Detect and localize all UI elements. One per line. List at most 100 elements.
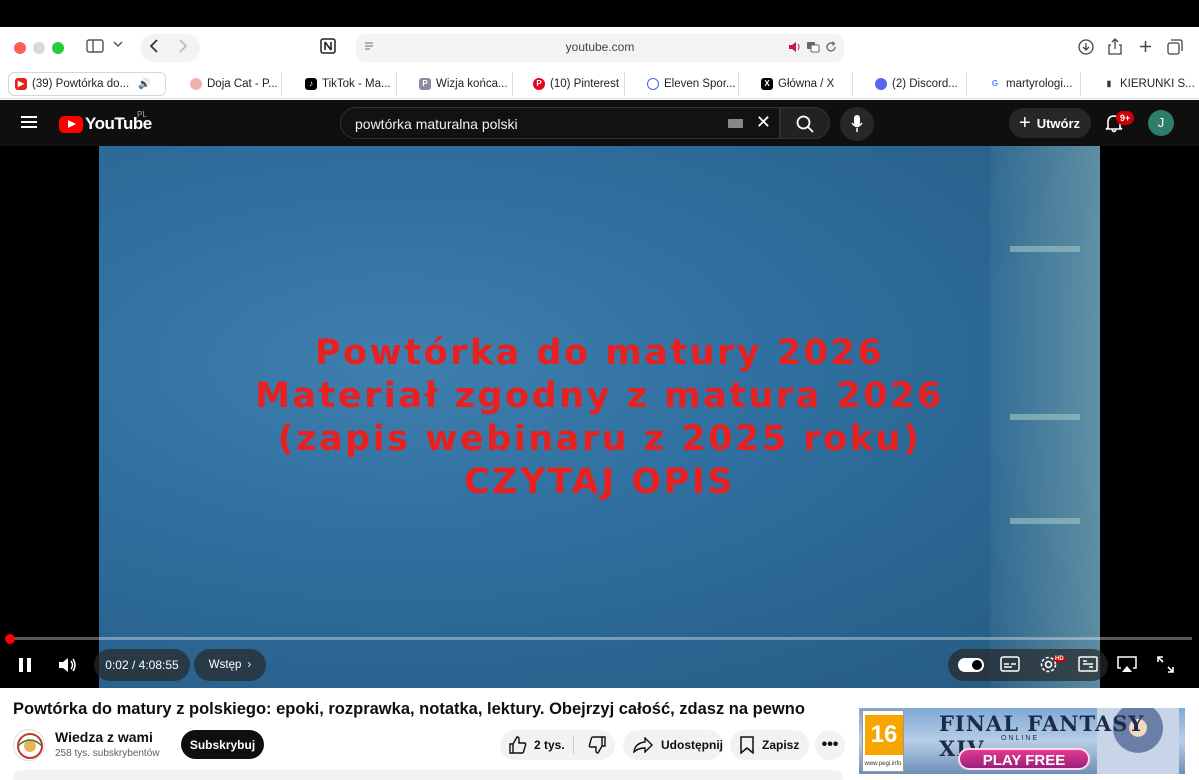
- close-window-button[interactable]: [14, 42, 26, 54]
- tab-pinterest[interactable]: P (10) Pinterest: [527, 72, 625, 96]
- create-label: Utwórz: [1036, 115, 1081, 131]
- tab-google[interactable]: G martyrologi...: [983, 72, 1081, 96]
- more-actions-icon[interactable]: •••: [815, 730, 845, 760]
- tiktok-icon: ♪: [305, 78, 317, 90]
- video-frame[interactable]: Powtórka do matury 2026 Materiał zgodny …: [99, 146, 1100, 688]
- youtube-play-icon: [59, 115, 83, 133]
- airplay-icon[interactable]: [1117, 656, 1137, 673]
- share-icon[interactable]: [1108, 38, 1122, 55]
- save-button[interactable]: Zapisz: [730, 730, 809, 760]
- tab-kierunki[interactable]: ▮ KIERUNKI S...: [1097, 72, 1197, 96]
- tab-doja-cat[interactable]: Doja Cat - P...: [184, 72, 282, 96]
- dislike-button[interactable]: [588, 736, 606, 754]
- video-overlay-text: Powtórka do matury 2026 Materiał zgodny …: [99, 332, 1100, 504]
- miniplayer-icon[interactable]: [1078, 656, 1098, 672]
- overlay-line: Materiał zgodny z matura 2026: [255, 376, 944, 416]
- search-input[interactable]: powtórka maturalna polski ✕: [340, 107, 780, 139]
- pinterest-icon: P: [533, 78, 545, 90]
- share-button[interactable]: Udostępnij: [623, 730, 723, 760]
- tab-x[interactable]: X Główna / X: [755, 72, 853, 96]
- new-tab-icon[interactable]: [1139, 40, 1152, 53]
- tab-bar: ▶ (39) Powtórka do... 🔊 Doja Cat - P... …: [0, 69, 1199, 99]
- tab-label: TikTok - Ma...: [322, 78, 391, 90]
- audio-icon[interactable]: [788, 41, 801, 53]
- voice-search-button[interactable]: [840, 107, 874, 141]
- url-text: youtube.com: [565, 40, 635, 54]
- tab-label: Główna / X: [778, 78, 835, 90]
- ad-cta-button[interactable]: PLAY FREE: [958, 748, 1090, 770]
- reload-icon[interactable]: [825, 41, 837, 53]
- subscriber-count: 258 tys. subskrybentów: [55, 748, 160, 759]
- progress-bar[interactable]: [7, 637, 1192, 640]
- forward-icon[interactable]: [178, 39, 188, 53]
- address-bar[interactable]: youtube.com: [356, 34, 844, 62]
- country-code: PL: [137, 110, 147, 119]
- notion-extension-icon[interactable]: [320, 38, 336, 54]
- clear-search-icon[interactable]: ✕: [756, 112, 771, 133]
- sidebar-toggle-icon[interactable]: [86, 39, 104, 53]
- chevron-right-icon: ›: [247, 659, 252, 671]
- fullscreen-icon[interactable]: [1157, 656, 1174, 673]
- time-display: 0:02 / 4:08:55: [94, 649, 190, 681]
- like-divider: [573, 736, 574, 754]
- google-icon: G: [989, 78, 1001, 90]
- youtube-header: YouTube PL powtórka maturalna polski ✕ +…: [0, 100, 1199, 146]
- tab-label: (10) Pinterest: [550, 78, 620, 90]
- youtube-favicon-icon: ▶: [15, 78, 27, 90]
- overlay-line: Powtórka do matury 2026: [314, 333, 885, 373]
- tab-label: (2) Discord...: [892, 78, 958, 90]
- ad-banner[interactable]: 16 www.pegi.info FINAL FANTASY XIV ONLIN…: [859, 708, 1185, 774]
- tab-label: martyrologi...: [1006, 78, 1073, 90]
- youtube-logo[interactable]: YouTube PL: [59, 110, 152, 134]
- discord-icon: [875, 78, 887, 90]
- translate-icon[interactable]: [806, 41, 820, 53]
- video-background-detail: [1010, 518, 1080, 524]
- tab-eleven-sports[interactable]: Eleven Spor...: [641, 72, 739, 96]
- hd-badge: HD: [1054, 656, 1065, 662]
- video-player[interactable]: Powtórka do matury 2026 Materiał zgodny …: [0, 146, 1199, 688]
- tab-label: Doja Cat - P...: [207, 78, 278, 90]
- tab-tiktok[interactable]: ♪ TikTok - Ma...: [299, 72, 397, 96]
- keyboard-icon[interactable]: [728, 119, 743, 128]
- pause-icon[interactable]: [18, 657, 32, 673]
- tab-label: Eleven Spor...: [664, 78, 736, 90]
- like-button[interactable]: 2 tys.: [509, 736, 565, 754]
- pegi-site: www.pegi.info: [864, 761, 902, 767]
- tab-label: Wizja końca...: [436, 78, 508, 90]
- chevron-down-icon[interactable]: [113, 40, 123, 48]
- like-count: 2 tys.: [534, 738, 565, 752]
- volume-icon[interactable]: [58, 656, 78, 674]
- overlay-line: (zapis webinaru z 2025 roku): [277, 419, 922, 459]
- search-button[interactable]: [780, 107, 830, 139]
- autoplay-toggle[interactable]: [958, 658, 984, 672]
- minimize-window-button[interactable]: [33, 42, 45, 54]
- channel-name[interactable]: Wiedza z wami: [55, 729, 153, 745]
- description-box[interactable]: [13, 770, 843, 780]
- thumbs-down-icon: [588, 736, 606, 754]
- menu-icon[interactable]: [21, 116, 37, 128]
- tab-wizja[interactable]: P Wizja końca...: [413, 72, 513, 96]
- share-label: Udostępnij: [661, 738, 723, 752]
- microphone-icon: [851, 115, 863, 132]
- chapter-button[interactable]: Wstęp ›: [194, 649, 266, 681]
- tab-discord[interactable]: (2) Discord...: [869, 72, 967, 96]
- zoom-window-button[interactable]: [52, 42, 64, 54]
- subscribe-button[interactable]: Subskrybuj: [181, 730, 264, 759]
- tab-youtube[interactable]: ▶ (39) Powtórka do... 🔊: [8, 72, 166, 96]
- subtitles-icon[interactable]: [1000, 656, 1020, 672]
- tab-overview-icon[interactable]: [1167, 39, 1183, 55]
- x-icon: X: [761, 78, 773, 90]
- window-controls: [14, 42, 64, 54]
- eleven-icon: [647, 78, 659, 90]
- user-avatar[interactable]: J: [1148, 110, 1174, 136]
- speaker-icon[interactable]: 🔊: [138, 79, 150, 90]
- search-icon: [796, 115, 814, 133]
- video-title: Powtórka do matury z polskiego: epoki, r…: [13, 700, 805, 718]
- scrubber-handle[interactable]: [5, 634, 15, 644]
- downloads-icon[interactable]: [1078, 39, 1094, 55]
- channel-avatar[interactable]: [13, 729, 45, 761]
- tab-label: KIERUNKI S...: [1120, 78, 1195, 90]
- pegi-number: 16: [865, 715, 903, 755]
- back-icon[interactable]: [149, 39, 159, 53]
- create-button[interactable]: + Utwórz: [1009, 108, 1091, 138]
